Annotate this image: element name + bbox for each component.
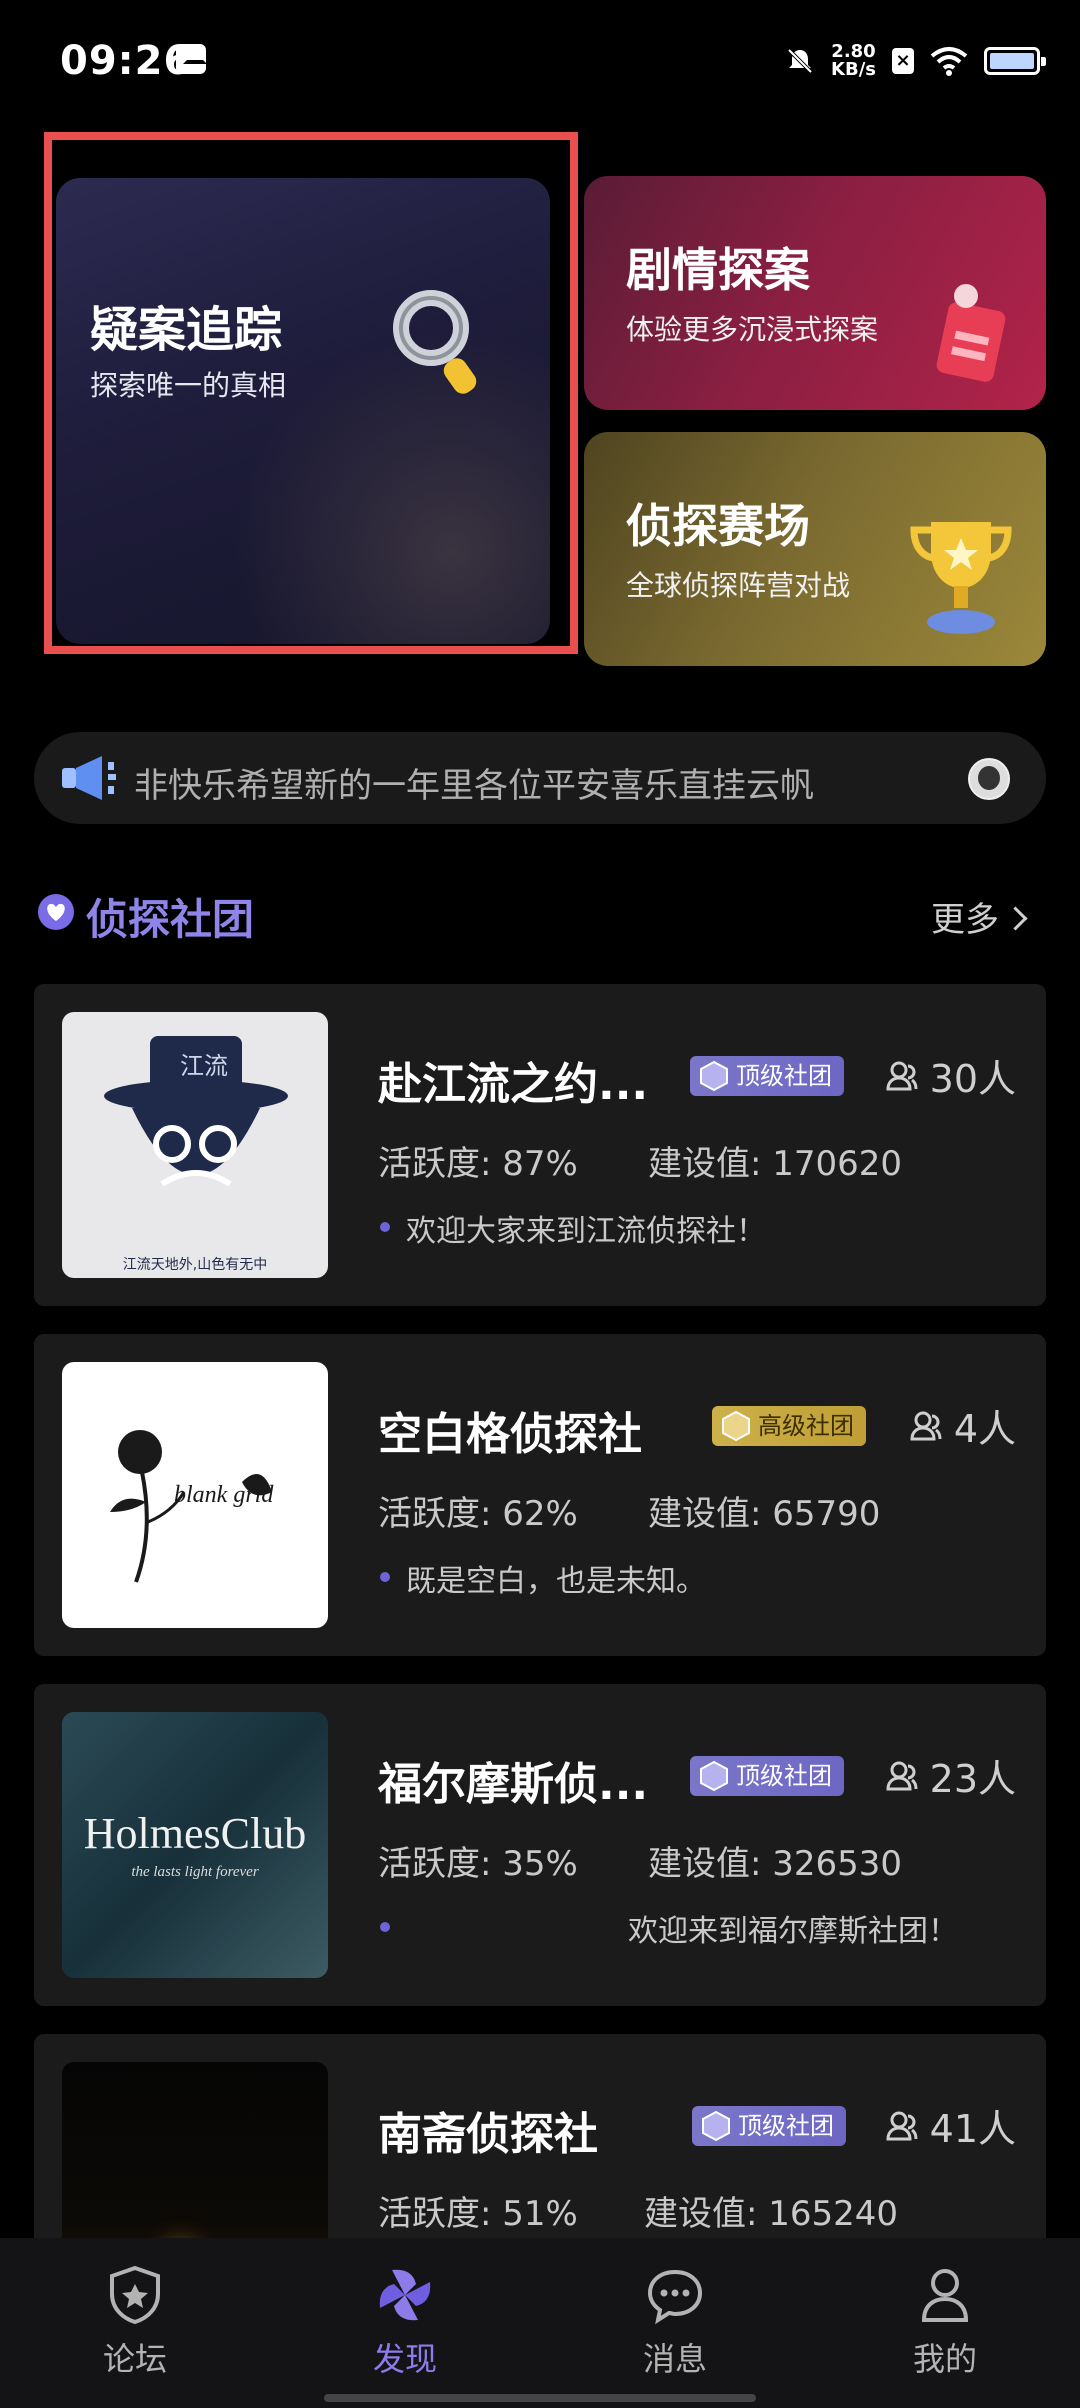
member-count: 4人 (910, 1398, 1016, 1453)
hexagon-badge-icon (722, 1410, 750, 1442)
wifi-icon (930, 47, 968, 76)
shield-star-icon (110, 2265, 160, 2325)
nav-forum-label: 论坛 (102, 2340, 167, 2378)
heart-chat-icon (38, 894, 74, 930)
clubs-section-title: 侦探社团 (86, 895, 255, 944)
logo-subtext: the lasts light forever (131, 1864, 259, 1880)
bullet-dot (380, 1572, 390, 1582)
notification-icon (176, 44, 207, 74)
status-icons: 2.80 KB/s × (785, 36, 1046, 86)
more-link[interactable]: 更多 (931, 892, 1028, 941)
club-welcome: 欢迎来到福尔摩斯社团！ (628, 1914, 958, 1949)
club-card[interactable]: blank grid 空白格侦探社 高级社团 4人 活跃度: 62% 建设值: … (34, 1334, 1046, 1656)
build-value: 建设值: 65790 (648, 1494, 881, 1534)
chat-bubble-icon (647, 2269, 703, 2325)
hexagon-badge-icon (702, 2110, 730, 2142)
svg-text:江流: 江流 (180, 1053, 228, 1080)
announcement-text: 非快乐希望新的一年里各位平安喜乐直挂云帆 (134, 766, 814, 806)
arena-card[interactable]: 侦探赛场 全球侦探阵营对战 (584, 432, 1046, 666)
people-icon (886, 2111, 918, 2140)
people-icon (910, 1411, 942, 1440)
activity-value: 活跃度: 87% (378, 1144, 578, 1184)
nav-messages[interactable]: 消息 (575, 2262, 775, 2382)
nav-discover-label: 发现 (372, 2340, 437, 2378)
hexagon-badge-icon (700, 1760, 728, 1792)
bullet-dot (380, 1222, 390, 1232)
club-logo: blank grid (62, 1362, 328, 1628)
logo-text: HolmesClub (83, 1809, 307, 1858)
member-count: 41人 (886, 2098, 1016, 2153)
club-card[interactable]: HolmesClub the lasts light forever 福尔摩斯侦… (34, 1684, 1046, 2006)
hexagon-badge-icon (700, 1060, 728, 1092)
club-level-badge: 顶级社团 (690, 1056, 844, 1096)
club-name: 南斋侦探社 (378, 2109, 598, 2160)
announcement-bar[interactable]: 非快乐希望新的一年里各位平安喜乐直挂云帆 (34, 732, 1046, 824)
activity-value: 活跃度: 62% (378, 1494, 578, 1534)
battery-icon (984, 47, 1046, 75)
selection-highlight (44, 132, 578, 654)
bottom-nav: 论坛 发现 消息 我的 (0, 2238, 1080, 2408)
detective-logo-icon: 江流 (104, 1036, 288, 1187)
logo-caption: 江流天地外,山色有无中 (122, 1257, 268, 1273)
people-icon (886, 1761, 918, 1790)
club-level-badge: 顶级社团 (692, 2106, 846, 2146)
club-logo: HolmesClub the lasts light forever (62, 1712, 328, 1978)
build-value: 建设值: 170620 (648, 1144, 903, 1184)
pinwheel-icon (379, 2269, 431, 2321)
activity-value: 活跃度: 35% (378, 1844, 578, 1884)
mute-bell-icon (787, 48, 813, 74)
nav-profile[interactable]: 我的 (845, 2262, 1045, 2382)
activity-value: 活跃度: 51% (378, 2194, 578, 2234)
member-count: 30人 (886, 1048, 1016, 1103)
megaphone-icon (62, 756, 116, 800)
arena-title: 侦探赛场 (626, 499, 810, 553)
book-icon (936, 284, 1006, 382)
nav-discover[interactable]: 发现 (305, 2262, 505, 2382)
member-count: 23人 (886, 1748, 1016, 1803)
nav-profile-label: 我的 (912, 2340, 977, 2378)
club-welcome: 既是空白，也是未知。 (406, 1564, 706, 1599)
people-icon (886, 1061, 918, 1090)
club-name: 空白格侦探社 (378, 1409, 642, 1460)
nav-messages-label: 消息 (642, 2340, 707, 2378)
bullet-dot (380, 1922, 390, 1932)
club-level-badge: 顶级社团 (690, 1756, 844, 1796)
arena-subtitle: 全球侦探阵营对战 (626, 569, 851, 602)
logo-text: blank grid (174, 1482, 274, 1508)
club-level-badge: 高级社团 (712, 1406, 866, 1446)
chevron-right-icon (1003, 906, 1028, 931)
story-case-card[interactable]: 剧情探案 体验更多沉浸式探案 (584, 176, 1046, 410)
club-card[interactable]: 江流 江流天地外,山色有无中 赴江流之约... 顶级社团 30人 活跃度: 87… (34, 984, 1046, 1306)
club-welcome: 欢迎大家来到江流侦探社！ (406, 1214, 766, 1249)
nav-forum[interactable]: 论坛 (35, 2262, 235, 2382)
net-speed: 2.80 KB/s (831, 41, 876, 80)
club-name: 福尔摩斯侦... (378, 1759, 649, 1810)
club-logo: 江流 江流天地外,山色有无中 (62, 1012, 328, 1278)
home-indicator[interactable] (324, 2394, 756, 2402)
story-case-title: 剧情探案 (626, 243, 810, 297)
build-value: 建设值: 326530 (648, 1844, 903, 1884)
club-name: 赴江流之约... (378, 1059, 649, 1110)
status-bar: 09:26 2.80 KB/s × (0, 0, 1080, 120)
person-icon (921, 2269, 969, 2322)
announcement-avatar[interactable] (968, 758, 1010, 800)
trophy-icon (910, 522, 1012, 634)
status-time: 09:26 (60, 38, 193, 84)
close-box-icon: × (892, 48, 914, 74)
build-value: 建设值: 165240 (644, 2194, 899, 2234)
story-case-subtitle: 体验更多沉浸式探案 (626, 313, 879, 346)
